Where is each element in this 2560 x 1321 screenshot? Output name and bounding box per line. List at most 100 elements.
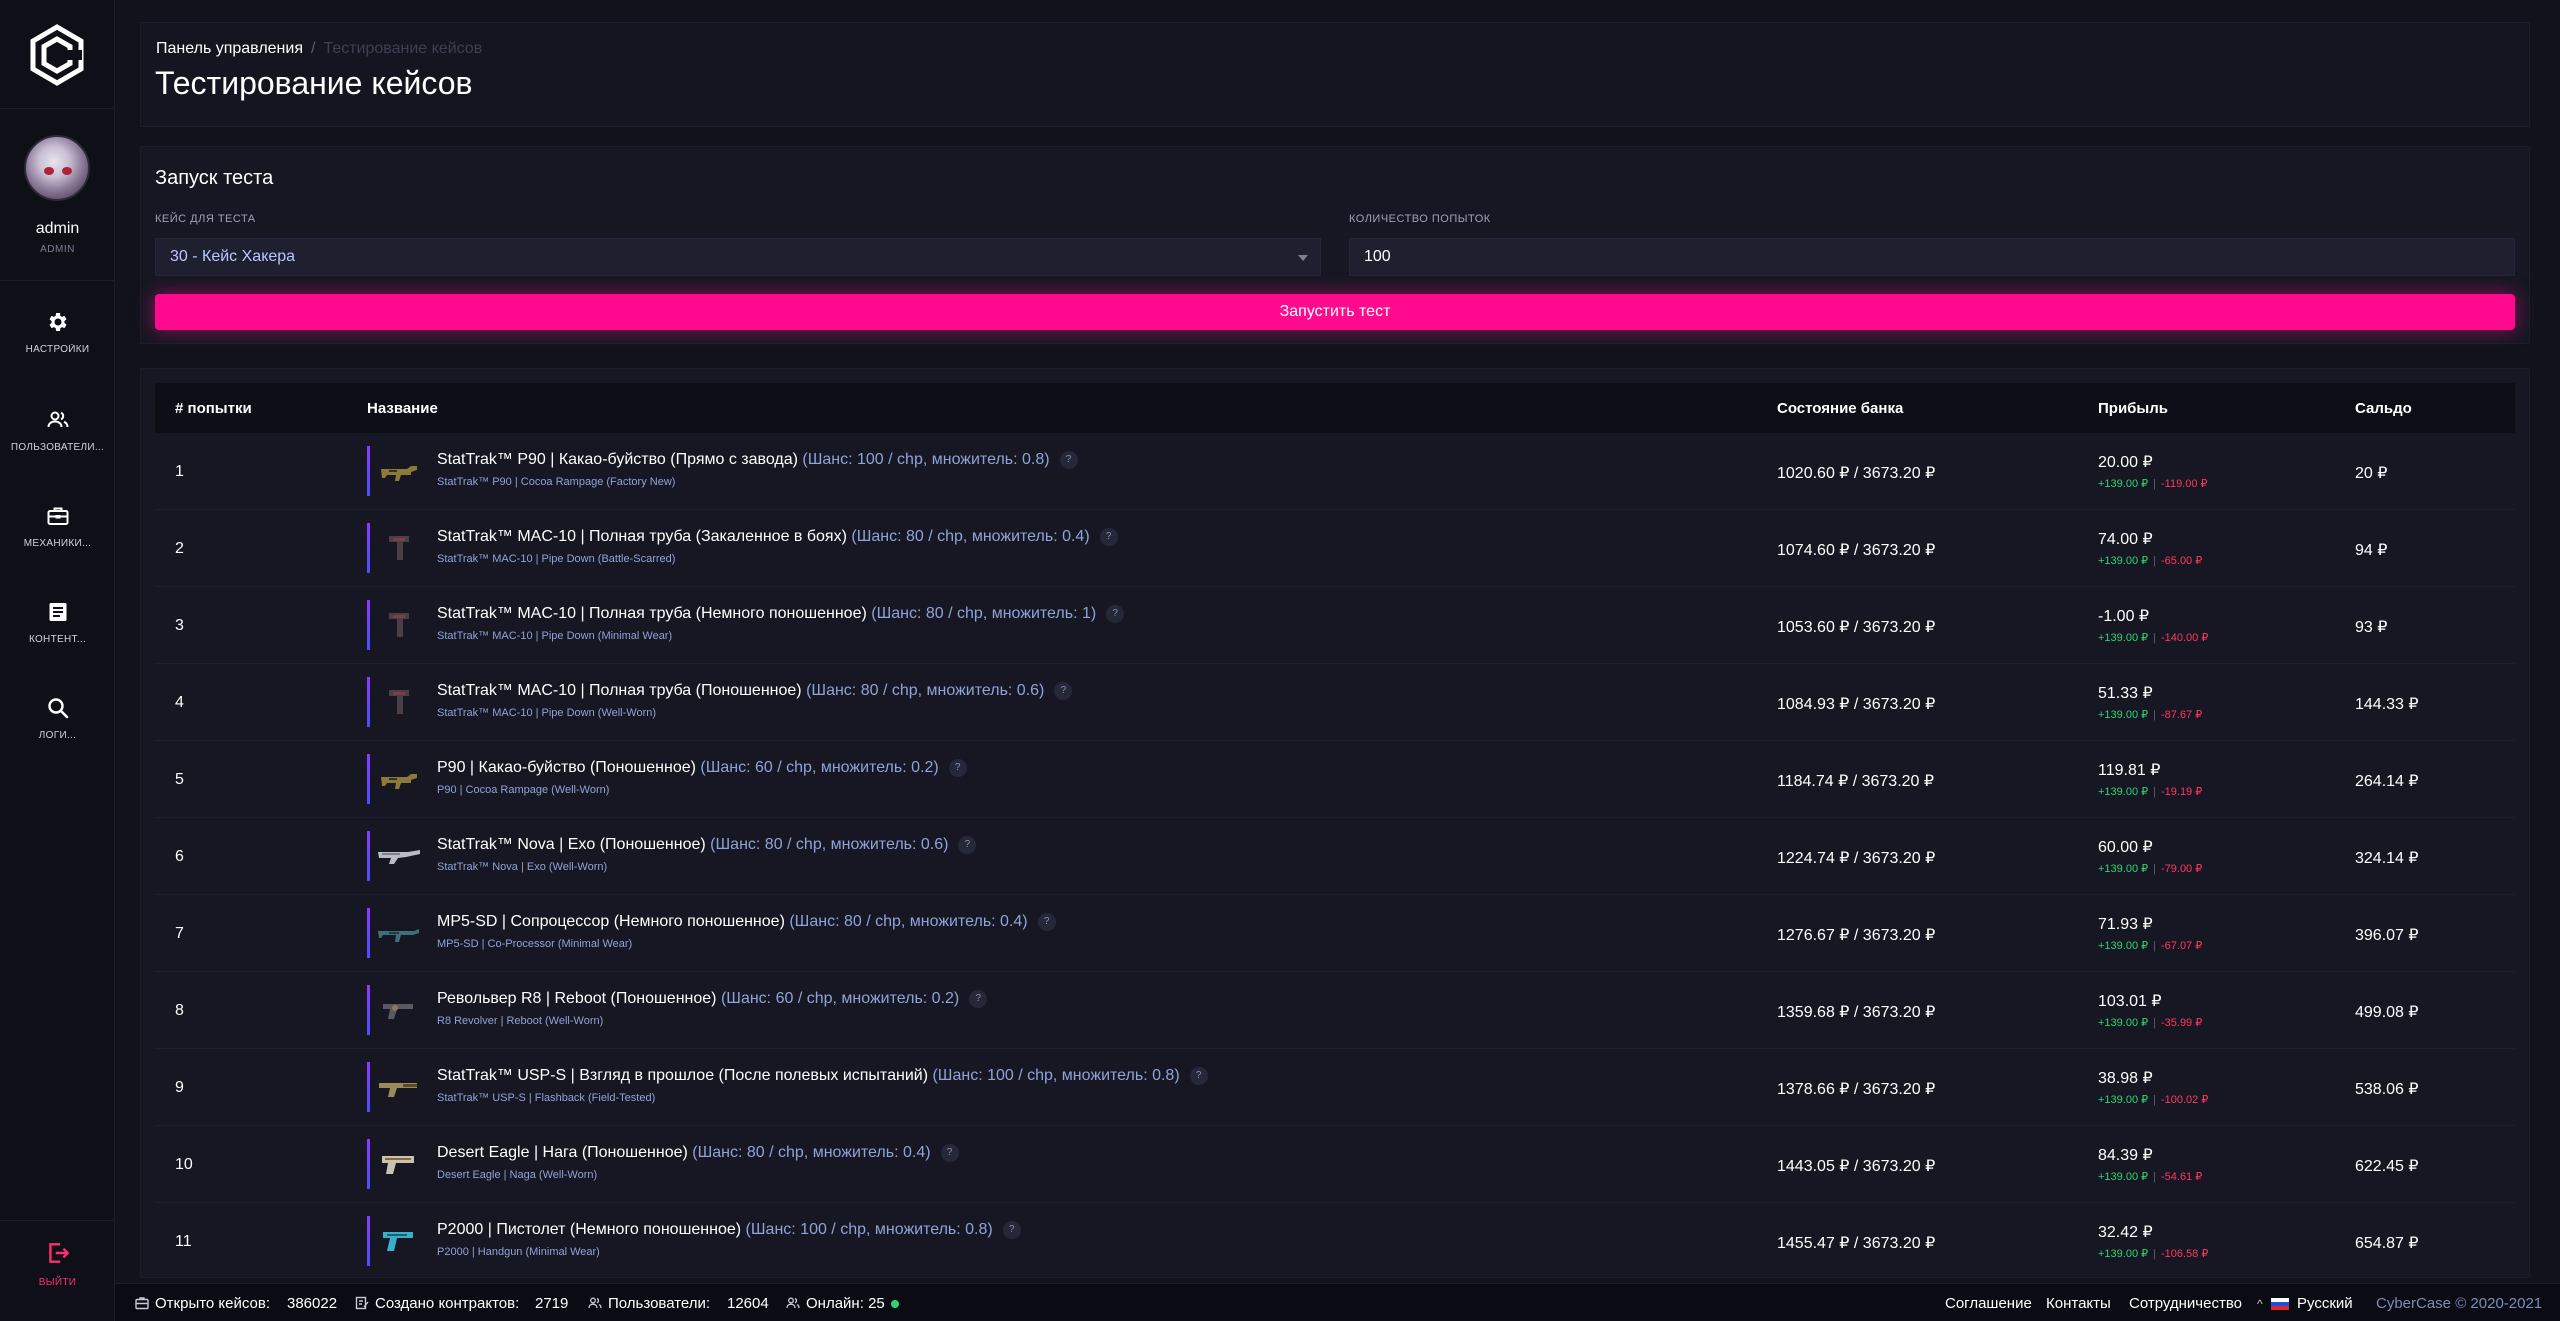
shotgun-weapon-icon: [377, 832, 421, 880]
case-select[interactable]: 30 - Кейс Хакера: [155, 238, 1321, 276]
item-name: StatTrak™ MAC-10 | Полная труба (Поношен…: [437, 682, 1073, 700]
profit-plus: +139.00 ₽: [2098, 478, 2149, 490]
rarity-bar: [367, 831, 370, 881]
help-icon[interactable]: ?: [1054, 682, 1073, 700]
footer: Открыто кейсов: 386022 Создано контракто…: [115, 1283, 2560, 1321]
item-subtitle: StatTrak™ Nova | Exo (Well-Worn): [437, 861, 608, 873]
profit-minus: -119.00 ₽: [2160, 478, 2208, 490]
item-chance-meta: (Шанс: 80 / chp, множитель: 0.4): [851, 528, 1090, 546]
page-title: Тестирование кейсов: [155, 65, 473, 101]
footer-link-partnership[interactable]: Сотрудничество: [2129, 1295, 2242, 1312]
rarity-bar: [367, 1062, 370, 1112]
profit-minus: -87.67 ₽: [2160, 709, 2203, 721]
russian-flag-icon: [2270, 1298, 2289, 1311]
table-header: # попытки Название Состояние банка Прибы…: [155, 383, 2515, 433]
item-title: StatTrak™ Nova | Exo (Поношенное): [437, 836, 706, 854]
help-icon[interactable]: ?: [1106, 605, 1125, 623]
profit-value: -1.00 ₽: [2098, 608, 2150, 625]
language-selector[interactable]: ^ Русский: [2257, 1295, 2353, 1312]
p2000-weapon-icon: [377, 1217, 421, 1265]
profit-minus: -100.02 ₽: [2160, 1094, 2209, 1106]
breadcrumb-root[interactable]: Панель управления: [156, 40, 303, 57]
item-chance-meta: (Шанс: 80 / chp, множитель: 0.4): [692, 1144, 931, 1162]
copyright: CyberCase © 2020-2021: [2376, 1295, 2543, 1312]
profit-value: 119.81 ₽: [2098, 762, 2161, 779]
profit-details: +139.00 ₽ | -100.02 ₽: [2098, 1093, 2208, 1106]
profit-minus: -106.58 ₽: [2160, 1248, 2209, 1260]
profit-divider: |: [2153, 786, 2156, 798]
saldo-value: 20 ₽: [2355, 465, 2388, 482]
attempt-number: 7: [175, 925, 184, 942]
cases-opened-label: Открыто кейсов:: [155, 1295, 271, 1312]
help-icon[interactable]: ?: [969, 990, 988, 1008]
attempt-number: 10: [175, 1156, 193, 1173]
help-icon[interactable]: ?: [948, 759, 967, 777]
help-icon[interactable]: ?: [1059, 451, 1078, 469]
avatar[interactable]: [24, 135, 90, 201]
saldo-value: 499.08 ₽: [2355, 1004, 2419, 1021]
table-row: 1 StatTrak™ P90 | Какао-буйство (Прямо с …: [155, 433, 2515, 510]
case-field-label: КЕЙС ДЛЯ ТЕСТА: [155, 213, 256, 225]
logo-icon[interactable]: [26, 24, 88, 86]
attempt-number: 9: [175, 1079, 184, 1096]
rarity-bar: [367, 1139, 370, 1189]
bank-state: 1443.05 ₽ / 3673.20 ₽: [1777, 1158, 1936, 1175]
profit-minus: -54.61 ₽: [2160, 1171, 2203, 1183]
attempt-number: 11: [175, 1233, 192, 1250]
footer-link-agreement[interactable]: Соглашение: [1945, 1295, 2032, 1312]
profit-divider: |: [2153, 1248, 2156, 1260]
run-test-button[interactable]: Запустить тест: [155, 294, 2515, 330]
sidebar-item-mechanics[interactable]: МЕХАНИКИ...: [0, 504, 115, 584]
sidebar-item-users[interactable]: ПОЛЬЗОВАТЕЛИ...: [0, 408, 115, 488]
sidebar-item-content[interactable]: КОНТЕНТ...: [0, 600, 115, 680]
item-chance-meta: (Шанс: 80 / chp, множитель: 0.6): [806, 682, 1045, 700]
logout-icon: [48, 1243, 69, 1263]
profit-minus: -140.00 ₽: [2160, 632, 2209, 644]
table-row: 5 P90 | Какао-буйство (Поношенное) (Шанс:…: [155, 741, 2515, 818]
table-row: 10 Desert Eagle | Нага (Поношенное) (Шанс…: [155, 1126, 2515, 1203]
profit-details: +139.00 ₽ | -35.99 ₽: [2098, 1016, 2202, 1029]
profit-details: +139.00 ₽ | -19.19 ₽: [2098, 785, 2202, 798]
sidebar-item-settings[interactable]: НАСТРОЙКИ: [0, 310, 115, 390]
breadcrumb: Панель управления / Тестирование кейсов: [156, 40, 482, 58]
help-icon[interactable]: ?: [940, 1144, 959, 1162]
item-title: Desert Eagle | Нага (Поношенное): [437, 1144, 688, 1162]
sidebar-item-logs[interactable]: ЛОГИ...: [0, 696, 115, 776]
item-title: StatTrak™ P90 | Какао-буйство (Прямо с з…: [437, 451, 798, 469]
profit-minus: -67.07 ₽: [2160, 940, 2203, 952]
item-chance-meta: (Шанс: 60 / chp, множитель: 0.2): [720, 990, 960, 1008]
help-icon[interactable]: ?: [1002, 1221, 1021, 1239]
profit-minus: -19.19 ₽: [2160, 786, 2203, 798]
profit-plus: +139.00 ₽: [2098, 1094, 2149, 1106]
item-subtitle: Desert Eagle | Naga (Well-Worn): [437, 1169, 598, 1181]
help-icon[interactable]: ?: [1189, 1067, 1208, 1085]
profit-divider: |: [2153, 632, 2156, 644]
saldo-value: 94 ₽: [2355, 542, 2388, 559]
users-icon: [588, 1297, 602, 1309]
deagle-weapon-icon: [377, 1140, 421, 1188]
table-row: 7 MP5-SD | Сопроцессор (Немного поношенно…: [155, 895, 2515, 972]
cases-opened-count: 386022: [287, 1295, 338, 1312]
item-chance-meta: (Шанс: 80 / chp, множитель: 0.4): [789, 913, 1028, 931]
profit-divider: |: [2153, 709, 2156, 721]
pistol-weapon-icon: [377, 986, 421, 1034]
profit-details: +139.00 ₽ | -140.00 ₽: [2098, 631, 2208, 644]
column-header-saldo: Сальдо: [2355, 400, 2412, 417]
bank-state: 1084.93 ₽ / 3673.20 ₽: [1777, 696, 1936, 713]
item-name: StatTrak™ P90 | Какао-буйство (Прямо с з…: [437, 451, 1078, 469]
profit-minus: -35.99 ₽: [2160, 1017, 2203, 1029]
logout-button[interactable]: ВЫЙТИ: [0, 1240, 115, 1288]
sidebar-item-label: ПОЛЬЗОВАТЕЛИ...: [10, 442, 105, 453]
footer-link-contacts[interactable]: Контакты: [2046, 1295, 2111, 1312]
help-icon[interactable]: ?: [1037, 913, 1056, 931]
item-name: StatTrak™ MAC-10 | Полная труба (Закален…: [437, 528, 1118, 546]
attempts-input[interactable]: 100: [1349, 238, 2515, 276]
item-title: MP5-SD | Сопроцессор (Немного поношенное…: [437, 913, 785, 931]
saldo-value: 538.06 ₽: [2355, 1081, 2419, 1098]
help-icon[interactable]: ?: [958, 836, 977, 854]
gear-icon: [49, 313, 66, 331]
help-icon[interactable]: ?: [1099, 528, 1118, 546]
sidebar-item-label: ЛОГИ...: [38, 730, 77, 741]
profit-plus: +139.00 ₽: [2098, 940, 2149, 952]
profit-plus: +139.00 ₽: [2098, 1171, 2149, 1183]
